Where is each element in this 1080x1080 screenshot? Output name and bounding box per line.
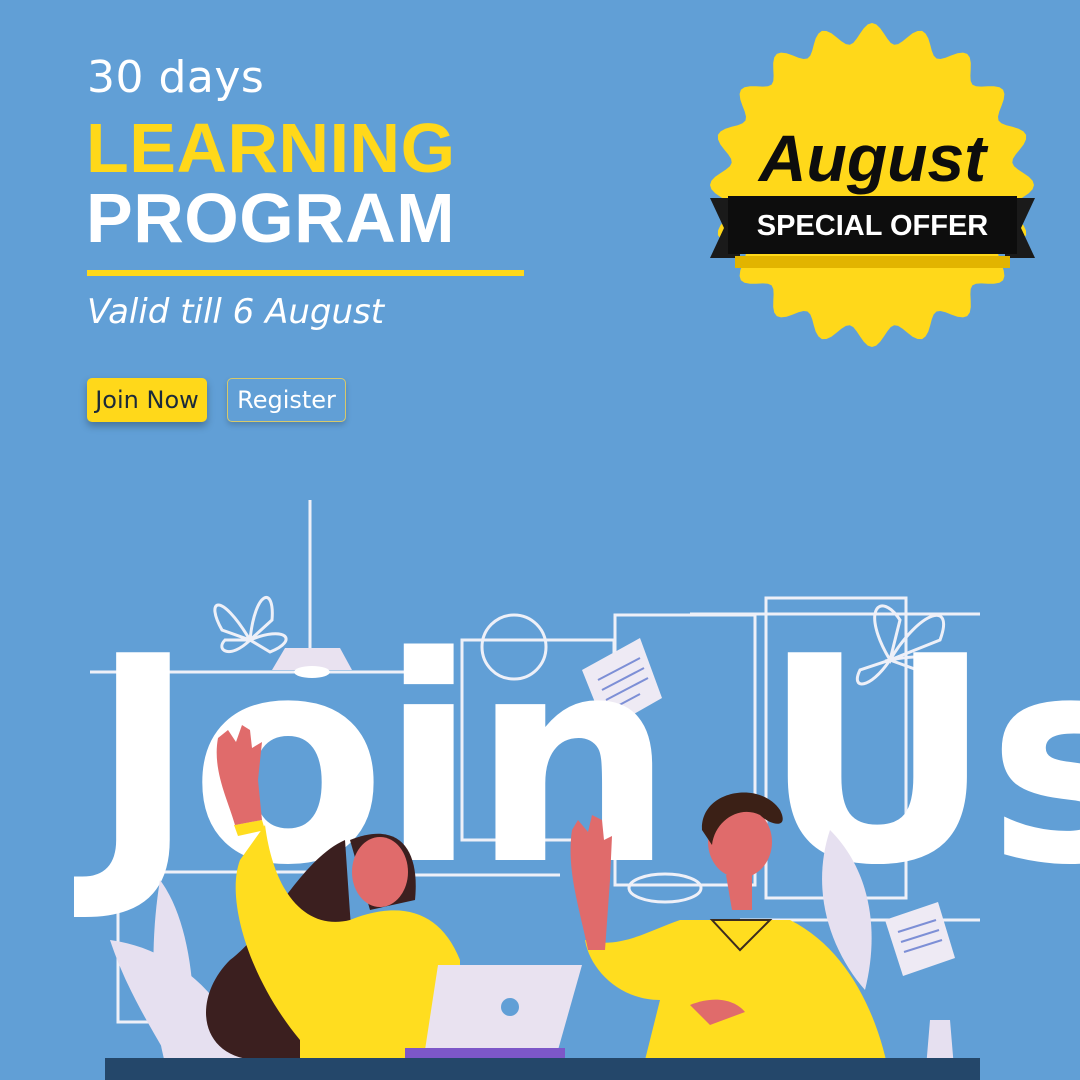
title-learning: LEARNING: [86, 109, 456, 187]
special-offer-badge: August SPECIAL OFFER: [700, 20, 1045, 355]
register-button[interactable]: Register: [227, 378, 346, 422]
duration-subtitle: 30 days: [87, 52, 265, 103]
validity-text: Valid till 6 August: [87, 292, 385, 332]
join-now-button[interactable]: Join Now: [87, 378, 207, 422]
badge-month: August: [758, 121, 987, 195]
desk-surface: [105, 1058, 980, 1080]
title-divider: [87, 270, 524, 276]
badge-ribbon-text: SPECIAL OFFER: [756, 210, 989, 242]
title-program: PROGRAM: [86, 179, 456, 257]
promo-canvas: 30 days LEARNING PROGRAM Valid till 6 Au…: [0, 0, 1080, 1080]
join-us-illustration: Join Us: [72, 500, 1080, 1080]
